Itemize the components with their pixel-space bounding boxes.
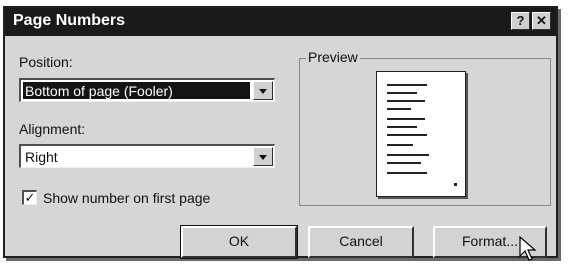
preview-page-icon	[376, 71, 466, 197]
preview-text-line	[387, 118, 425, 120]
dialog-title: Page Numbers	[13, 12, 126, 29]
preview-text-line	[387, 134, 427, 136]
preview-text-line	[387, 100, 425, 102]
alignment-label: Alignment:	[19, 121, 86, 137]
preview-text-line	[387, 126, 417, 128]
close-button[interactable]: ✕	[532, 12, 551, 30]
preview-text-line	[387, 92, 417, 94]
ok-button[interactable]: OK	[180, 225, 298, 259]
help-button[interactable]: ?	[511, 12, 530, 30]
page-numbers-dialog: Page Numbers ? ✕ Position: Bottom of pag…	[3, 6, 558, 259]
position-dropdown-arrow-icon[interactable]	[253, 81, 273, 100]
alignment-dropdown[interactable]: Right	[19, 144, 275, 168]
mouse-pointer-icon	[519, 236, 537, 261]
alignment-value: Right	[25, 149, 58, 165]
preview-text-line	[387, 162, 421, 164]
preview-text-line	[387, 172, 427, 174]
position-dropdown[interactable]: Bottom of page (Fooler)	[19, 78, 275, 102]
checkmark-icon: ✓	[24, 190, 36, 205]
preview-text-line	[387, 84, 427, 86]
first-page-checkbox[interactable]: ✓	[22, 190, 37, 205]
position-label: Position:	[19, 54, 73, 70]
preview-text-line	[387, 154, 429, 156]
first-page-label[interactable]: Show number on first page	[43, 190, 210, 206]
position-value: Bottom of page (Fooler)	[23, 82, 250, 99]
cancel-button[interactable]: Cancel	[308, 226, 414, 258]
title-bar: Page Numbers ? ✕	[5, 8, 556, 36]
preview-label: Preview	[306, 49, 360, 65]
preview-text-line	[387, 108, 411, 110]
alignment-dropdown-arrow-icon[interactable]	[253, 147, 273, 166]
preview-text-line	[387, 144, 413, 146]
page-number-marker	[454, 183, 457, 186]
preview-group: Preview	[299, 49, 551, 206]
